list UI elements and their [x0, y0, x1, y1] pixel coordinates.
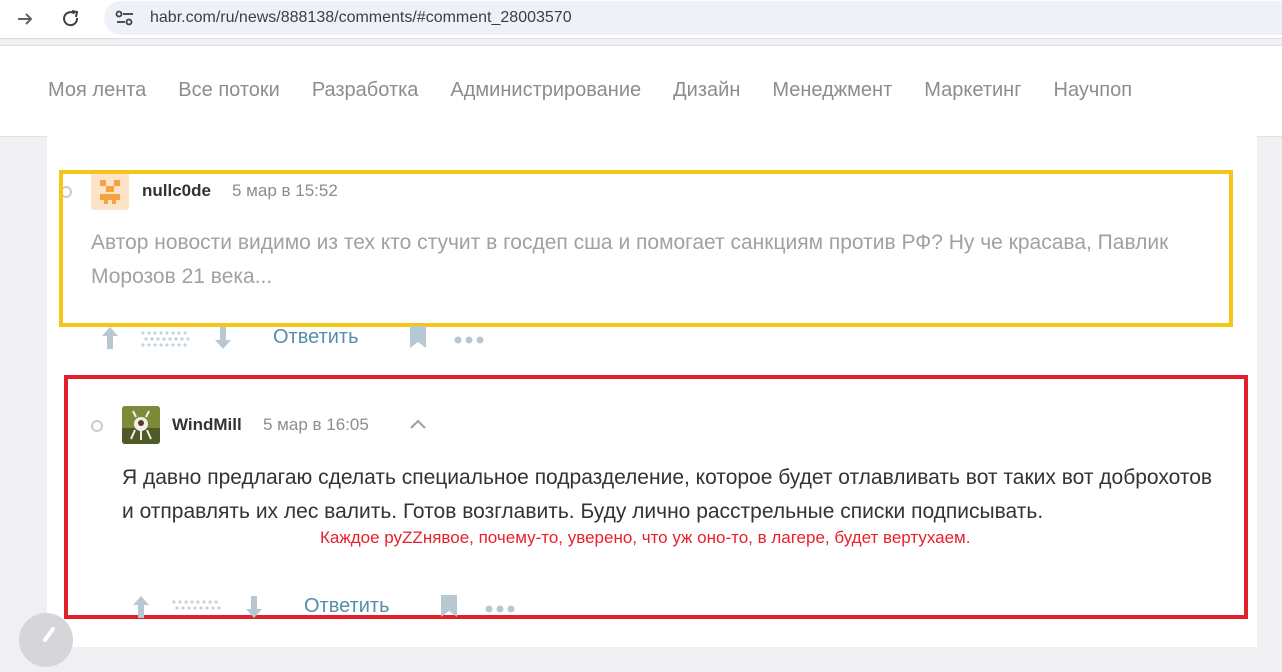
vote-down-icon[interactable]	[244, 594, 264, 625]
nav-item-design[interactable]: Дизайн	[673, 79, 740, 102]
nav-item-all-flows[interactable]: Все потоки	[178, 79, 280, 102]
nav-item-development[interactable]: Разработка	[312, 79, 419, 102]
vote-up-icon[interactable]	[100, 325, 120, 356]
bookmark-icon[interactable]	[408, 325, 428, 354]
nav-item-popsci[interactable]: Научпоп	[1054, 79, 1133, 102]
highlight-frame-yellow	[59, 170, 1233, 327]
scroll-back-button[interactable]	[19, 613, 73, 667]
more-icon[interactable]	[453, 332, 485, 350]
nav-item-administration[interactable]: Администрирование	[450, 79, 641, 102]
rating-hidden-icon	[140, 329, 192, 356]
nav-item-management[interactable]: Менеджмент	[772, 79, 892, 102]
flow-menu: Моя лента Все потоки Разработка Админист…	[48, 79, 1164, 102]
reply-button[interactable]: Ответить	[304, 595, 390, 618]
nav-item-my-feed[interactable]: Моя лента	[48, 79, 146, 102]
bookmark-icon[interactable]	[439, 594, 459, 623]
vote-down-icon[interactable]	[213, 325, 233, 356]
vote-up-icon[interactable]	[131, 594, 151, 625]
address-bar[interactable]: habr.com/ru/news/888138/comments/#commen…	[104, 1, 1282, 35]
nav-item-marketing[interactable]: Маркетинг	[924, 79, 1021, 102]
highlight-frame-red	[64, 375, 1248, 619]
site-header: Моя лента Все потоки Разработка Админист…	[0, 45, 1282, 137]
tune-icon[interactable]	[114, 8, 136, 28]
url-text[interactable]: habr.com/ru/news/888138/comments/#commen…	[150, 9, 572, 27]
arrow-right-icon[interactable]	[12, 6, 38, 32]
more-icon[interactable]	[484, 601, 516, 619]
browser-toolbar: habr.com/ru/news/888138/comments/#commen…	[0, 0, 1282, 39]
rating-hidden-icon	[171, 598, 223, 625]
reply-button[interactable]: Ответить	[273, 326, 359, 349]
reload-icon[interactable]	[58, 6, 84, 32]
